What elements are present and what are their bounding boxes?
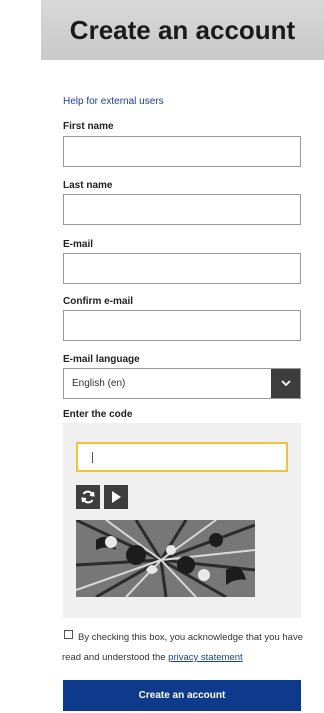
last-name-field[interactable] <box>63 194 301 225</box>
confirm-email-field[interactable] <box>63 310 301 341</box>
email-language-label: E-mail language <box>63 354 140 365</box>
help-link[interactable]: Help for external users <box>63 96 164 107</box>
email-language-value: English (en) <box>72 378 126 389</box>
captcha-panel <box>63 423 301 618</box>
last-name-label: Last name <box>63 180 113 191</box>
play-icon <box>112 491 121 503</box>
create-account-button[interactable]: Create an account <box>63 680 301 711</box>
email-language-select[interactable]: English (en) <box>63 368 301 399</box>
first-name-label: First name <box>63 121 114 132</box>
chevron-down-icon[interactable] <box>271 369 300 398</box>
consent-text: By checking this box, you acknowledge th… <box>62 628 308 668</box>
refresh-icon <box>81 490 95 504</box>
confirm-email-label: Confirm e-mail <box>63 296 134 307</box>
email-label: E-mail <box>63 239 94 250</box>
page-title: Create an account <box>69 14 296 45</box>
text-caret <box>92 452 93 463</box>
captcha-code-input[interactable] <box>76 442 288 472</box>
privacy-statement-link[interactable]: privacy statement <box>168 652 242 663</box>
play-audio-button[interactable] <box>104 485 128 509</box>
first-name-field[interactable] <box>63 136 301 167</box>
refresh-captcha-button[interactable] <box>76 485 100 509</box>
page-header: Create an account <box>41 0 324 60</box>
code-label: Enter the code <box>63 409 133 420</box>
email-field[interactable] <box>63 253 301 284</box>
captcha-image <box>76 520 255 597</box>
